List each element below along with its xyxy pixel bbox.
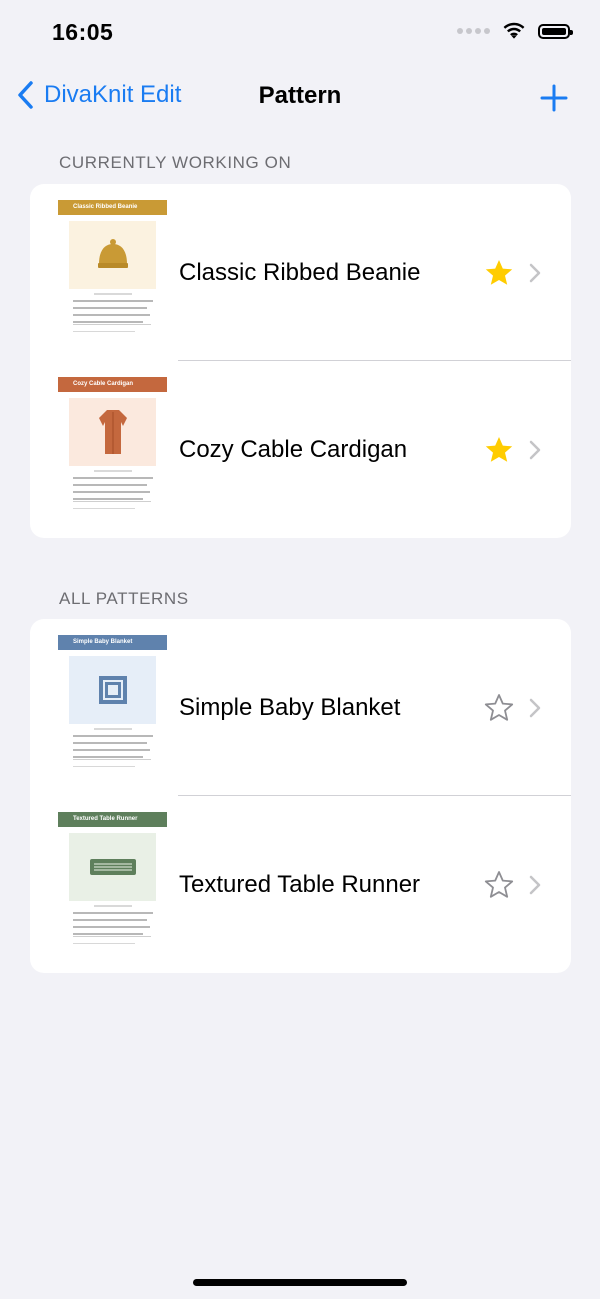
- chevron-right-icon: [529, 698, 541, 718]
- thumbnail-caption-line: [94, 470, 132, 472]
- section-header-currently-working-on: CURRENTLY WORKING ON: [59, 153, 292, 172]
- status-icons: [457, 22, 573, 40]
- star-outline-icon[interactable]: [484, 693, 514, 723]
- pattern-thumbnail: Textured Table Runner: [58, 812, 167, 952]
- pattern-title: Textured Table Runner: [179, 871, 421, 898]
- section-header-all-patterns: ALL PATTERNS: [59, 589, 189, 608]
- pattern-thumbnail: Classic Ribbed Beanie: [58, 200, 167, 340]
- blanket-icon: [98, 676, 127, 704]
- navigation-bar: DivaKnit Edit Pattern: [0, 66, 600, 128]
- star-filled-icon[interactable]: [484, 258, 514, 288]
- wifi-icon: [503, 22, 525, 39]
- thumbnail-divider: [73, 324, 151, 325]
- home-indicator[interactable]: [193, 1279, 407, 1286]
- thumbnail-image: [69, 833, 156, 901]
- thumbnail-footer-line: [73, 766, 135, 767]
- pattern-title: Cozy Cable Cardigan: [179, 436, 408, 463]
- currently-working-on-list: Classic Ribbed Beanie Classic Ribbed Bea…: [30, 184, 571, 538]
- cardigan-icon: [98, 410, 127, 454]
- page-title: Pattern: [258, 82, 342, 109]
- cellular-signal-icon: [457, 28, 490, 34]
- thumbnail-divider: [73, 936, 151, 937]
- thumbnail-banner: Classic Ribbed Beanie: [58, 200, 167, 215]
- pattern-title: Classic Ribbed Beanie: [179, 259, 421, 286]
- thumbnail-image: [69, 656, 156, 724]
- pattern-row-classic-ribbed-beanie[interactable]: Classic Ribbed Beanie Classic Ribbed Bea…: [30, 184, 571, 361]
- thumbnail-caption-line: [94, 728, 132, 730]
- pattern-title: Simple Baby Blanket: [179, 694, 401, 721]
- pattern-row-cozy-cable-cardigan[interactable]: Cozy Cable Cardigan Cozy Cable Cardigan: [30, 361, 571, 538]
- status-bar: 16:05: [0, 0, 600, 66]
- chevron-right-icon: [529, 263, 541, 283]
- all-patterns-list: Simple Baby Blanket Simple Baby Blanket: [30, 619, 571, 973]
- status-time: 16:05: [52, 19, 114, 45]
- table-runner-icon: [89, 859, 136, 875]
- thumbnail-footer-line: [73, 943, 135, 944]
- battery-icon: [538, 23, 573, 39]
- chevron-right-icon: [529, 875, 541, 895]
- thumbnail-footer-line: [73, 331, 135, 332]
- thumbnail-divider: [73, 501, 151, 502]
- thumbnail-banner: Simple Baby Blanket: [58, 635, 167, 650]
- thumbnail-banner: Cozy Cable Cardigan: [58, 377, 167, 392]
- thumbnail-footer-line: [73, 508, 135, 509]
- pattern-thumbnail: Cozy Cable Cardigan: [58, 377, 167, 517]
- beanie-icon: [97, 239, 128, 268]
- plus-icon[interactable]: [540, 84, 568, 112]
- star-outline-icon[interactable]: [484, 870, 514, 900]
- thumbnail-banner: Textured Table Runner: [58, 812, 167, 827]
- star-filled-icon[interactable]: [484, 435, 514, 465]
- thumbnail-caption-line: [94, 293, 132, 295]
- pattern-row-textured-table-runner[interactable]: Textured Table Runner Textured Table Run…: [30, 796, 571, 973]
- thumbnail-image: [69, 398, 156, 466]
- thumbnail-caption-line: [94, 905, 132, 907]
- pattern-row-simple-baby-blanket[interactable]: Simple Baby Blanket Simple Baby Blanket: [30, 619, 571, 796]
- thumbnail-divider: [73, 759, 151, 760]
- pattern-thumbnail: Simple Baby Blanket: [58, 635, 167, 775]
- chevron-right-icon: [529, 440, 541, 460]
- thumbnail-image: [69, 221, 156, 289]
